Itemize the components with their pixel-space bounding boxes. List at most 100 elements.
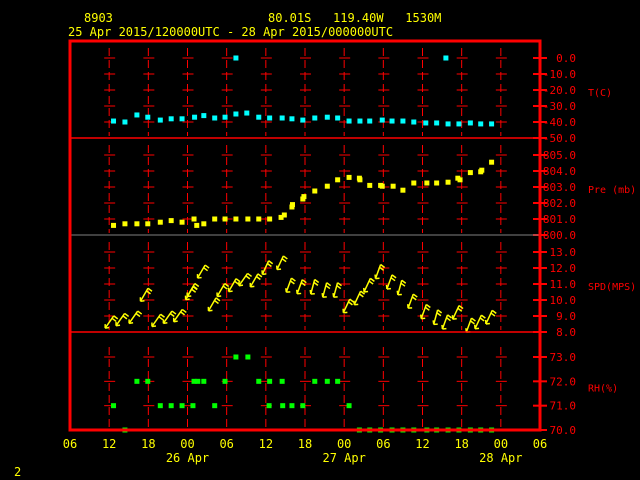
wind-barb-feather [411,296,417,301]
temperature-point [134,112,140,118]
wind-barb-staff [238,273,249,287]
wind-barb-feather [458,304,464,310]
rh-point [346,403,352,409]
wind-barb-feather [158,316,164,321]
wind-barb-feather [257,273,263,278]
temperature-point [212,115,218,121]
wind-barb-feather [191,288,197,293]
wind-barb-staff [465,317,473,333]
x-tick-label: 06 [533,437,547,451]
pressure-point [367,182,373,188]
rh-point [280,403,286,409]
wind-barb-feather [135,312,141,318]
wind-barb-staff [485,310,493,325]
panel-1: 805.0 804.0 803.0 802.0 801.0 800.0 Pre (mb) [104,145,636,242]
pressure-point [168,218,174,224]
temperature-point [222,114,228,120]
wind-barb [406,293,418,309]
wind-barb [342,298,355,314]
wind-barb [249,273,263,288]
wind-barb-feather [336,284,342,290]
rh-point [289,403,295,409]
y-tick-label: 804.0 [543,165,576,178]
rh-point [233,354,239,360]
temperature-point [312,115,318,121]
wind-barb-feather [160,313,165,318]
wind-barb-feather [282,255,288,260]
x-tick-label: 18 [454,437,468,451]
temperature-point [233,111,239,117]
pressure-point [346,174,352,180]
pressure-point [434,180,440,186]
temperature-point [256,114,262,120]
x-tick-label: 00 [180,437,194,451]
y-tick-label: 8.0 [556,326,576,339]
wind-barb [432,309,443,326]
wind-barb-feather [289,280,295,285]
wind-barb-feather [204,264,210,269]
temperature-point [357,118,363,124]
wind-barb [385,274,397,290]
temperature-point [267,115,273,121]
x-tick-label: 06 [63,437,77,451]
wind-barb [353,290,366,306]
y-tick-label: -30.0 [543,100,576,113]
wind-barb-feather [235,278,241,283]
rh-point [312,378,318,384]
wind-barb-staff [407,293,414,309]
wind-barb-feather [222,285,228,290]
wind-barb-feather [245,275,251,280]
temperature-point [367,118,373,124]
wind-barb-feather [437,309,443,314]
temperature-point [233,55,239,61]
rh-point [212,403,218,409]
rh-point [222,378,228,384]
pressure-point [201,221,207,227]
wind-barb-staff [173,309,183,323]
temperature-point [411,119,417,125]
wind-barb-feather [368,280,374,285]
pressure-point [390,183,396,189]
pressure-point [289,202,295,208]
wind-barb-staff [162,310,173,324]
rh-point [256,378,262,384]
temperature-point [467,120,473,126]
wind-barb-feather [436,312,442,317]
wind-barb-feather [400,282,406,287]
wind-barb-staff [310,279,316,295]
temperature-point [157,117,163,123]
wind-arrowhead [432,320,438,326]
wind-barb-staff [474,314,483,330]
wind-barb-staff [452,305,460,320]
y-tick-label: 71.0 [550,400,577,413]
temperature-point [400,118,406,124]
wind-barb [139,287,153,303]
wind-barb-staff [216,283,226,297]
wind-barb-feather [268,260,274,265]
pressure-point [357,177,363,183]
x-date-label: 26 Apr [166,451,209,465]
rh-point [190,403,196,409]
pressure-point [111,222,117,228]
y-tick-label: 802.0 [543,197,576,210]
pressure-point [324,183,330,189]
wind-barb-staff [332,282,339,298]
wind-barb [363,277,375,293]
wind-barb-feather [214,299,219,305]
wind-barb [332,282,342,298]
rh-point [300,403,306,409]
wind-barb-feather [194,282,200,288]
wind-barb-feather [480,314,486,319]
x-tick-label: 12 [415,437,429,451]
rh-point [134,378,140,384]
wind-barb [207,297,221,312]
pressure-point [179,219,185,225]
rh-point [267,378,273,384]
rh-point [335,378,341,384]
y-tick-label: 800.0 [543,229,576,242]
wind-barb-feather [234,280,240,285]
temperature-point [335,115,341,121]
wind-barb-feather [401,279,407,284]
wind-barb-feather [113,315,119,320]
y-tick-label: 10.0 [550,294,577,307]
